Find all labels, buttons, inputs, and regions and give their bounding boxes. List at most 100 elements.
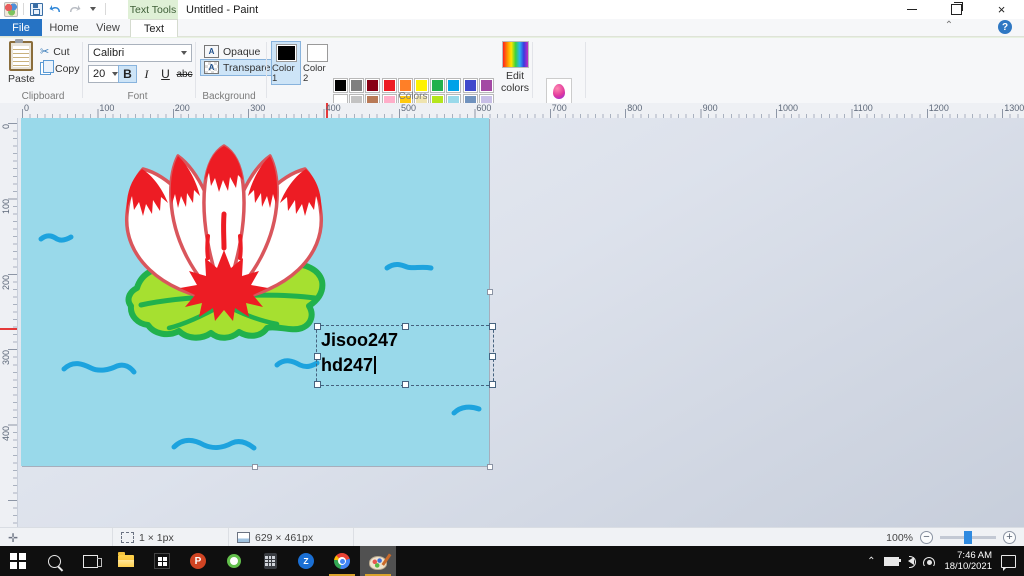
paste-label: Paste bbox=[8, 73, 35, 85]
tab-view[interactable]: View bbox=[86, 19, 130, 36]
speaker-icon[interactable] bbox=[908, 556, 917, 568]
opaque-option[interactable]: A Opaque bbox=[200, 43, 264, 60]
green-app-button[interactable] bbox=[216, 546, 252, 576]
canvas-resize-handle-right[interactable] bbox=[487, 289, 493, 295]
hruler-label-1100: 1100 bbox=[853, 103, 873, 113]
image-size-value: 629 × 461px bbox=[255, 531, 314, 544]
cursor-position-segment: ✛ bbox=[0, 528, 112, 547]
textbox-handle-n[interactable] bbox=[402, 323, 409, 330]
tab-text[interactable]: Text bbox=[130, 19, 178, 38]
transparent-icon: A bbox=[204, 61, 219, 74]
restore-button[interactable] bbox=[934, 0, 979, 19]
textbox-handle-s[interactable] bbox=[402, 381, 409, 388]
textbox-content[interactable]: Jisoo247 hd247 bbox=[321, 328, 398, 378]
taskbar: P Z ⌃ 7:46 AM 18/10/2021 bbox=[0, 546, 1024, 576]
tray-date: 18/10/2021 bbox=[944, 561, 992, 572]
title-bar: Text Tools Untitled - Paint × bbox=[0, 0, 1024, 19]
file-explorer-button[interactable] bbox=[108, 546, 144, 576]
start-button[interactable] bbox=[0, 546, 36, 576]
lotus-drawing bbox=[38, 144, 482, 451]
help-icon[interactable]: ? bbox=[998, 20, 1012, 34]
customize-toolbar-icon[interactable] bbox=[86, 2, 100, 16]
hruler-label-300: 300 bbox=[250, 103, 266, 113]
action-center-icon[interactable] bbox=[1001, 554, 1016, 571]
paste-button[interactable]: Paste bbox=[8, 39, 35, 85]
selection-size-value: 1 × 1px bbox=[139, 531, 174, 544]
collapse-ribbon-icon[interactable]: ⌃ bbox=[942, 21, 956, 33]
textbox-handle-w[interactable] bbox=[314, 352, 321, 360]
zoom-slider-thumb[interactable] bbox=[964, 531, 972, 544]
messenger-app-button[interactable]: Z bbox=[288, 546, 324, 576]
paste-icon bbox=[9, 39, 34, 71]
canvas-resize-handle-bottom[interactable] bbox=[252, 464, 258, 470]
search-icon bbox=[47, 554, 61, 568]
wifi-icon[interactable] bbox=[923, 556, 936, 566]
ribbon: Paste ✂ Cut Copy Clipboard Calibri 20 B … bbox=[0, 37, 1024, 130]
text-line-1: Jisoo247 bbox=[321, 330, 399, 350]
underline-button[interactable]: U bbox=[156, 65, 175, 83]
zoom-controls: 100% − + bbox=[886, 528, 1016, 547]
zoom-out-icon[interactable]: − bbox=[920, 531, 933, 544]
paint-taskbar-button[interactable] bbox=[360, 546, 396, 576]
canvas-resize-handle-corner[interactable] bbox=[487, 464, 493, 470]
vertical-ruler-cursor-marker bbox=[0, 328, 17, 330]
hruler-label-1300: 1300 bbox=[1004, 103, 1024, 113]
color1-button[interactable]: Color 1 bbox=[271, 41, 301, 85]
save-icon[interactable] bbox=[29, 2, 43, 16]
bold-button[interactable]: B bbox=[118, 65, 137, 83]
copy-icon bbox=[40, 60, 54, 75]
calculator-icon bbox=[263, 553, 277, 569]
horizontal-ruler: 0 100 200 300 400 500 600 700 800 900 1000 1100 1200… bbox=[17, 103, 1024, 119]
cut-button[interactable]: ✂ Cut bbox=[40, 44, 70, 59]
hruler-label-700: 700 bbox=[551, 103, 567, 113]
opaque-icon: A bbox=[204, 45, 219, 58]
minimize-button[interactable] bbox=[889, 0, 934, 19]
textbox-handle-nw[interactable] bbox=[314, 323, 321, 330]
taskbar-clock[interactable]: 7:46 AM 18/10/2021 bbox=[944, 550, 992, 572]
italic-button[interactable]: I bbox=[137, 65, 156, 83]
window-controls: × bbox=[889, 0, 1024, 19]
green-app-icon bbox=[227, 554, 241, 568]
textbox-handle-sw[interactable] bbox=[314, 381, 321, 388]
redo-icon[interactable] bbox=[67, 2, 81, 16]
hruler-label-800: 800 bbox=[627, 103, 643, 113]
vruler-label-400: 400 bbox=[1, 425, 11, 441]
color2-button[interactable]: Color 2 bbox=[302, 41, 332, 85]
textbox-handle-se[interactable] bbox=[489, 381, 496, 388]
strikethrough-button[interactable]: abc bbox=[175, 65, 194, 83]
powerpoint-button[interactable]: P bbox=[180, 546, 216, 576]
store-icon bbox=[154, 553, 170, 569]
zoom-slider[interactable] bbox=[940, 531, 996, 544]
hruler-label-1000: 1000 bbox=[778, 103, 799, 113]
text-box[interactable]: Jisoo247 hd247 bbox=[314, 323, 496, 388]
edit-colors-button[interactable]: Edit colors bbox=[498, 41, 532, 94]
taskbar-search-button[interactable] bbox=[36, 546, 72, 576]
task-view-icon bbox=[82, 554, 102, 568]
hruler-label-400: 400 bbox=[325, 103, 341, 113]
zoom-in-icon[interactable]: + bbox=[1003, 531, 1016, 544]
undo-icon[interactable] bbox=[48, 2, 62, 16]
copy-button[interactable]: Copy bbox=[40, 60, 80, 76]
color1-swatch bbox=[275, 44, 297, 62]
hidden-icons-chevron-icon[interactable]: ⌃ bbox=[867, 556, 875, 567]
system-tray: ⌃ 7:46 AM 18/10/2021 bbox=[867, 546, 1024, 576]
microsoft-store-button[interactable] bbox=[144, 546, 180, 576]
battery-icon[interactable] bbox=[884, 556, 902, 566]
drawing-canvas[interactable]: Jisoo247 hd247 bbox=[21, 118, 496, 466]
tab-file[interactable]: File bbox=[0, 19, 42, 36]
tab-home[interactable]: Home bbox=[42, 19, 86, 36]
textbox-handle-e[interactable] bbox=[489, 352, 496, 360]
task-view-button[interactable] bbox=[72, 546, 108, 576]
cursor-position-icon: ✛ bbox=[8, 530, 19, 545]
powerpoint-icon: P bbox=[190, 553, 206, 569]
close-button[interactable]: × bbox=[979, 0, 1024, 19]
vruler-label-0: 0 bbox=[1, 124, 11, 130]
clipboard-section-label: Clipboard bbox=[21, 91, 65, 102]
paint-window: Text Tools Untitled - Paint × File Home … bbox=[0, 0, 1024, 576]
textbox-handle-ne[interactable] bbox=[489, 323, 496, 330]
hruler-label-200: 200 bbox=[174, 103, 190, 113]
divider bbox=[23, 3, 24, 15]
chrome-button[interactable] bbox=[324, 546, 360, 576]
calculator-button[interactable] bbox=[252, 546, 288, 576]
font-family-combobox[interactable]: Calibri bbox=[88, 44, 192, 62]
